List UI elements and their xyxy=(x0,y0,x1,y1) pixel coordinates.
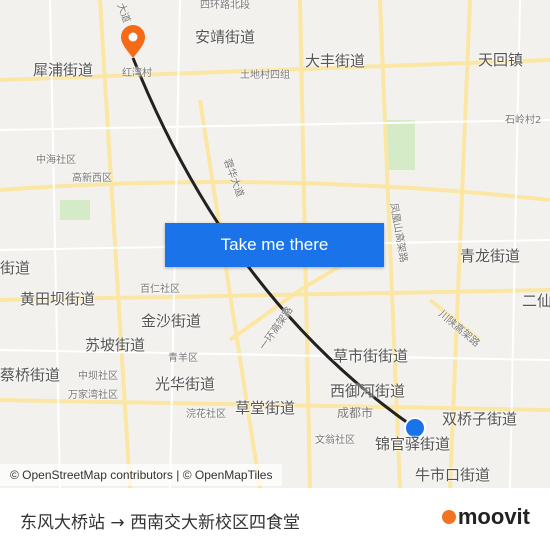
map-label: 西御河街道 xyxy=(330,382,406,400)
map-label: 光华街道 xyxy=(155,375,216,393)
map-label: 蔡桥街道 xyxy=(0,366,61,384)
map-label: 草堂街道 xyxy=(235,399,296,417)
map-attribution[interactable]: © OpenStreetMap contributors | © OpenMap… xyxy=(0,464,283,486)
moovit-logo: moovit xyxy=(441,504,530,530)
origin-name: 东风大桥站 xyxy=(20,513,105,533)
footer: 东风大桥站 → 西南交大新校区四食堂 moovit xyxy=(0,488,550,550)
route-summary: 东风大桥站 → 西南交大新校区四食堂 xyxy=(20,508,300,533)
map-label: 青羊区 xyxy=(168,353,198,364)
map-label: 石岭村2 xyxy=(505,115,542,126)
map-label: 红湾村 xyxy=(122,68,152,79)
map-label: 万家湾社区 xyxy=(68,390,118,401)
map-label: 牛市口街道 xyxy=(415,466,491,484)
map-label: 成都市 xyxy=(337,406,374,420)
origin-pin-icon xyxy=(121,25,145,58)
map-label: 高新西区 xyxy=(72,173,112,184)
map-label: 草市街街道 xyxy=(333,347,409,365)
map-label: 青龙街道 xyxy=(460,247,521,265)
destination-name: 西南交大新校区四食堂 xyxy=(130,513,301,533)
brand-name: moovit xyxy=(457,504,530,529)
map-label: 苏坡街道 xyxy=(85,336,146,354)
moovit-pin-icon xyxy=(441,510,456,524)
map-label: 浣花社区 xyxy=(186,409,226,420)
map-label: 锦官驿街道 xyxy=(375,435,451,453)
take-me-there-button[interactable]: Take me there xyxy=(165,223,384,267)
map-label: 双桥子街道 xyxy=(442,410,518,428)
arrow-right-icon: → xyxy=(110,513,125,533)
map-label: 金沙街道 xyxy=(141,312,202,330)
map-label: 天回镇 xyxy=(478,51,524,69)
map-label: 二仙 xyxy=(522,292,550,310)
map-label: 安靖街道 xyxy=(195,28,256,46)
map-label: 中坝社区 xyxy=(78,371,118,382)
map-label: 四环路北段 xyxy=(200,0,250,11)
map-label: 土地村四组 xyxy=(240,70,290,81)
map[interactable]: 犀浦街道 安靖街道 大丰街道 天回镇 中海社区 高新西区 黄田坝街道 百仁社区 … xyxy=(0,0,550,488)
map-label: 大丰街道 xyxy=(305,52,366,70)
map-label: 犀浦街道 xyxy=(33,61,94,79)
map-label: 文翁社区 xyxy=(315,435,355,446)
map-label: 街道 xyxy=(0,259,31,277)
map-label: 百仁社区 xyxy=(140,284,180,295)
map-label: 中海社区 xyxy=(36,155,76,166)
map-label: 黄田坝街道 xyxy=(20,290,96,308)
